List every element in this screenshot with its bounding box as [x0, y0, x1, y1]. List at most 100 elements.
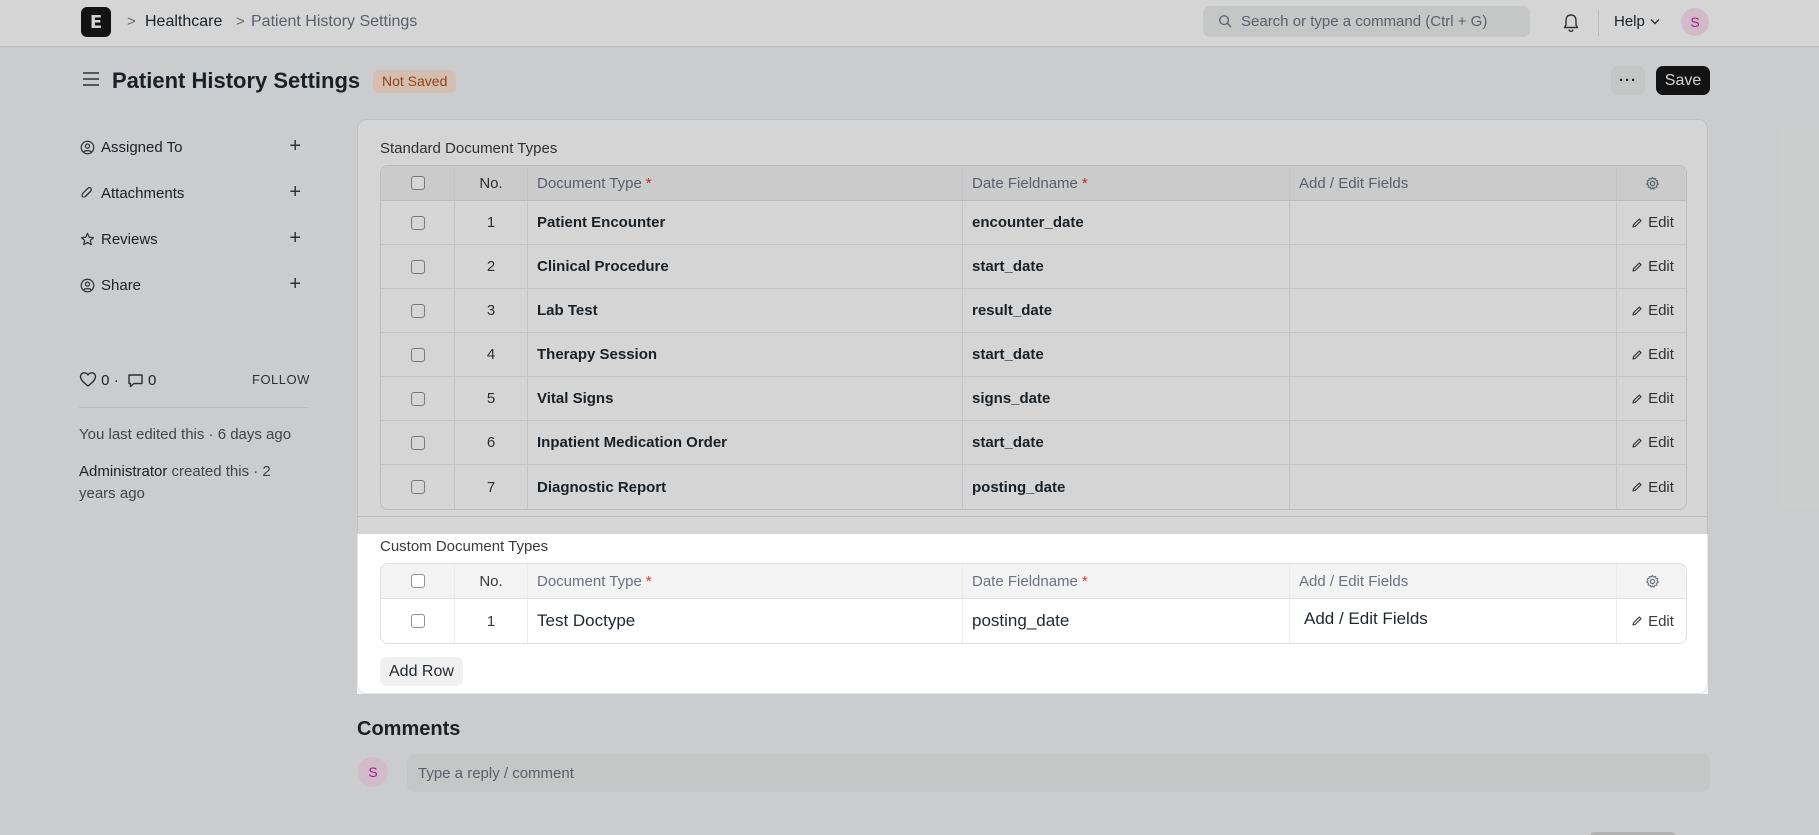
document-type-cell[interactable]: Inpatient Medication Order [528, 421, 963, 464]
add-attachment-button[interactable]: + [289, 181, 301, 204]
breadcrumb-separator: > [127, 13, 136, 30]
add-share-button[interactable]: + [289, 273, 301, 296]
row-edit-button[interactable]: Edit [1617, 201, 1686, 244]
edit-link[interactable]: Edit [1631, 434, 1674, 451]
add-edit-fields-cell[interactable] [1290, 289, 1617, 332]
breadcrumb-healthcare[interactable]: Healthcare [145, 13, 222, 31]
more-actions-button[interactable]: ··· [1611, 66, 1645, 95]
document-type-cell[interactable]: Clinical Procedure [528, 245, 963, 288]
select-all-checkbox[interactable] [410, 176, 425, 190]
header-settings[interactable] [1617, 166, 1686, 200]
table-row[interactable]: 7 Diagnostic Report posting_date Edit [381, 465, 1686, 509]
chevron-down-icon [1650, 19, 1660, 25]
date-fieldname-cell[interactable]: posting_date [963, 599, 1290, 643]
table-row[interactable]: 1 Patient Encounter encounter_date Edit [381, 201, 1686, 245]
row-edit-button[interactable]: Edit [1617, 245, 1686, 288]
save-button[interactable]: Save [1656, 66, 1710, 95]
date-fieldname-cell[interactable]: signs_date [963, 377, 1290, 420]
follow-button[interactable]: FOLLOW [252, 372, 310, 387]
row-select[interactable] [381, 599, 455, 643]
gear-icon[interactable] [1645, 176, 1660, 191]
sidebar-item-attachments[interactable]: Attachments + [80, 181, 307, 205]
edit-link[interactable]: Edit [1631, 214, 1674, 231]
add-edit-fields-cell[interactable] [1290, 421, 1617, 464]
add-assignment-button[interactable]: + [289, 135, 301, 158]
pencil-icon [1632, 217, 1642, 228]
sidebar-item-share[interactable]: Share + [80, 273, 307, 297]
user-avatar[interactable]: S [1681, 8, 1709, 36]
row-edit-button[interactable]: Edit [1617, 377, 1686, 420]
table-row[interactable]: 3 Lab Test result_date Edit [381, 289, 1686, 333]
gear-icon[interactable] [1645, 574, 1660, 589]
search-input[interactable] [1241, 6, 1521, 37]
edit-link[interactable]: Edit [1631, 390, 1674, 407]
comment-input[interactable] [407, 754, 1710, 792]
document-type-cell[interactable]: Therapy Session [528, 333, 963, 376]
date-fieldname-cell[interactable]: start_date [963, 333, 1290, 376]
edit-link[interactable]: Edit [1631, 302, 1674, 319]
add-edit-fields-cell[interactable] [1290, 377, 1617, 420]
row-edit-button[interactable]: Edit [1617, 289, 1686, 332]
sidebar-item-reviews[interactable]: Reviews + [80, 227, 307, 251]
heart-icon[interactable] [79, 371, 97, 388]
row-select[interactable] [381, 333, 455, 376]
hamburger-icon[interactable] [82, 71, 100, 87]
table-row[interactable]: 4 Therapy Session start_date Edit [381, 333, 1686, 377]
row-select[interactable] [381, 465, 455, 509]
app-logo[interactable]: E [81, 7, 111, 37]
document-type-cell[interactable]: Test Doctype [528, 599, 963, 643]
date-fieldname-cell[interactable]: posting_date [963, 465, 1290, 509]
breadcrumb-current[interactable]: Patient History Settings [251, 13, 417, 31]
row-checkbox[interactable] [410, 391, 425, 406]
add-review-button[interactable]: + [289, 227, 301, 250]
table-row[interactable]: 1 Test Doctype posting_date Add / Edit F… [381, 599, 1686, 643]
sidebar-item-assigned-to[interactable]: Assigned To + [80, 135, 307, 159]
header-label: Document Type [537, 572, 642, 590]
header-select-all[interactable] [381, 564, 455, 598]
header-settings[interactable] [1617, 564, 1686, 598]
document-type-cell[interactable]: Patient Encounter [528, 201, 963, 244]
row-select[interactable] [381, 421, 455, 464]
row-edit-button[interactable]: Edit [1617, 465, 1686, 509]
row-checkbox[interactable] [410, 215, 425, 230]
edit-link[interactable]: Edit [1631, 346, 1674, 363]
document-type-cell[interactable]: Diagnostic Report [528, 465, 963, 509]
table-row[interactable]: 5 Vital Signs signs_date Edit [381, 377, 1686, 421]
row-edit-button[interactable]: Edit [1617, 599, 1686, 643]
table-row[interactable]: 6 Inpatient Medication Order start_date Edi… [381, 421, 1686, 465]
row-checkbox[interactable] [410, 259, 425, 274]
creator-link[interactable]: Administrator [79, 463, 167, 480]
add-edit-fields-cell[interactable] [1290, 201, 1617, 244]
header-select-all[interactable] [381, 166, 455, 200]
row-checkbox[interactable] [410, 614, 425, 628]
bell-icon[interactable] [1561, 12, 1581, 34]
edit-link[interactable]: Edit [1631, 479, 1674, 496]
row-edit-button[interactable]: Edit [1617, 333, 1686, 376]
date-fieldname-cell[interactable]: result_date [963, 289, 1290, 332]
row-checkbox[interactable] [410, 435, 425, 450]
date-fieldname-cell[interactable]: start_date [963, 421, 1290, 464]
document-type-cell[interactable]: Lab Test [528, 289, 963, 332]
document-type-cell[interactable]: Vital Signs [528, 377, 963, 420]
add-edit-fields-button[interactable]: Add / Edit Fields [1290, 599, 1617, 643]
edit-link[interactable]: Edit [1631, 613, 1674, 630]
row-checkbox[interactable] [410, 303, 425, 318]
add-row-button[interactable]: Add Row [380, 657, 463, 686]
row-checkbox[interactable] [410, 480, 425, 494]
date-fieldname-cell[interactable]: encounter_date [963, 201, 1290, 244]
row-select[interactable] [381, 201, 455, 244]
help-dropdown[interactable]: Help [1614, 13, 1660, 30]
row-edit-button[interactable]: Edit [1617, 421, 1686, 464]
select-all-checkbox[interactable] [410, 574, 425, 588]
row-select[interactable] [381, 289, 455, 332]
date-fieldname-cell[interactable]: start_date [963, 245, 1290, 288]
add-edit-fields-cell[interactable] [1290, 465, 1617, 509]
edit-link[interactable]: Edit [1631, 258, 1674, 275]
row-checkbox[interactable] [410, 347, 425, 362]
row-select[interactable] [381, 377, 455, 420]
awesomebar[interactable] [1203, 6, 1530, 37]
add-edit-fields-cell[interactable] [1290, 245, 1617, 288]
add-edit-fields-cell[interactable] [1290, 333, 1617, 376]
row-select[interactable] [381, 245, 455, 288]
table-row[interactable]: 2 Clinical Procedure start_date Edit [381, 245, 1686, 289]
